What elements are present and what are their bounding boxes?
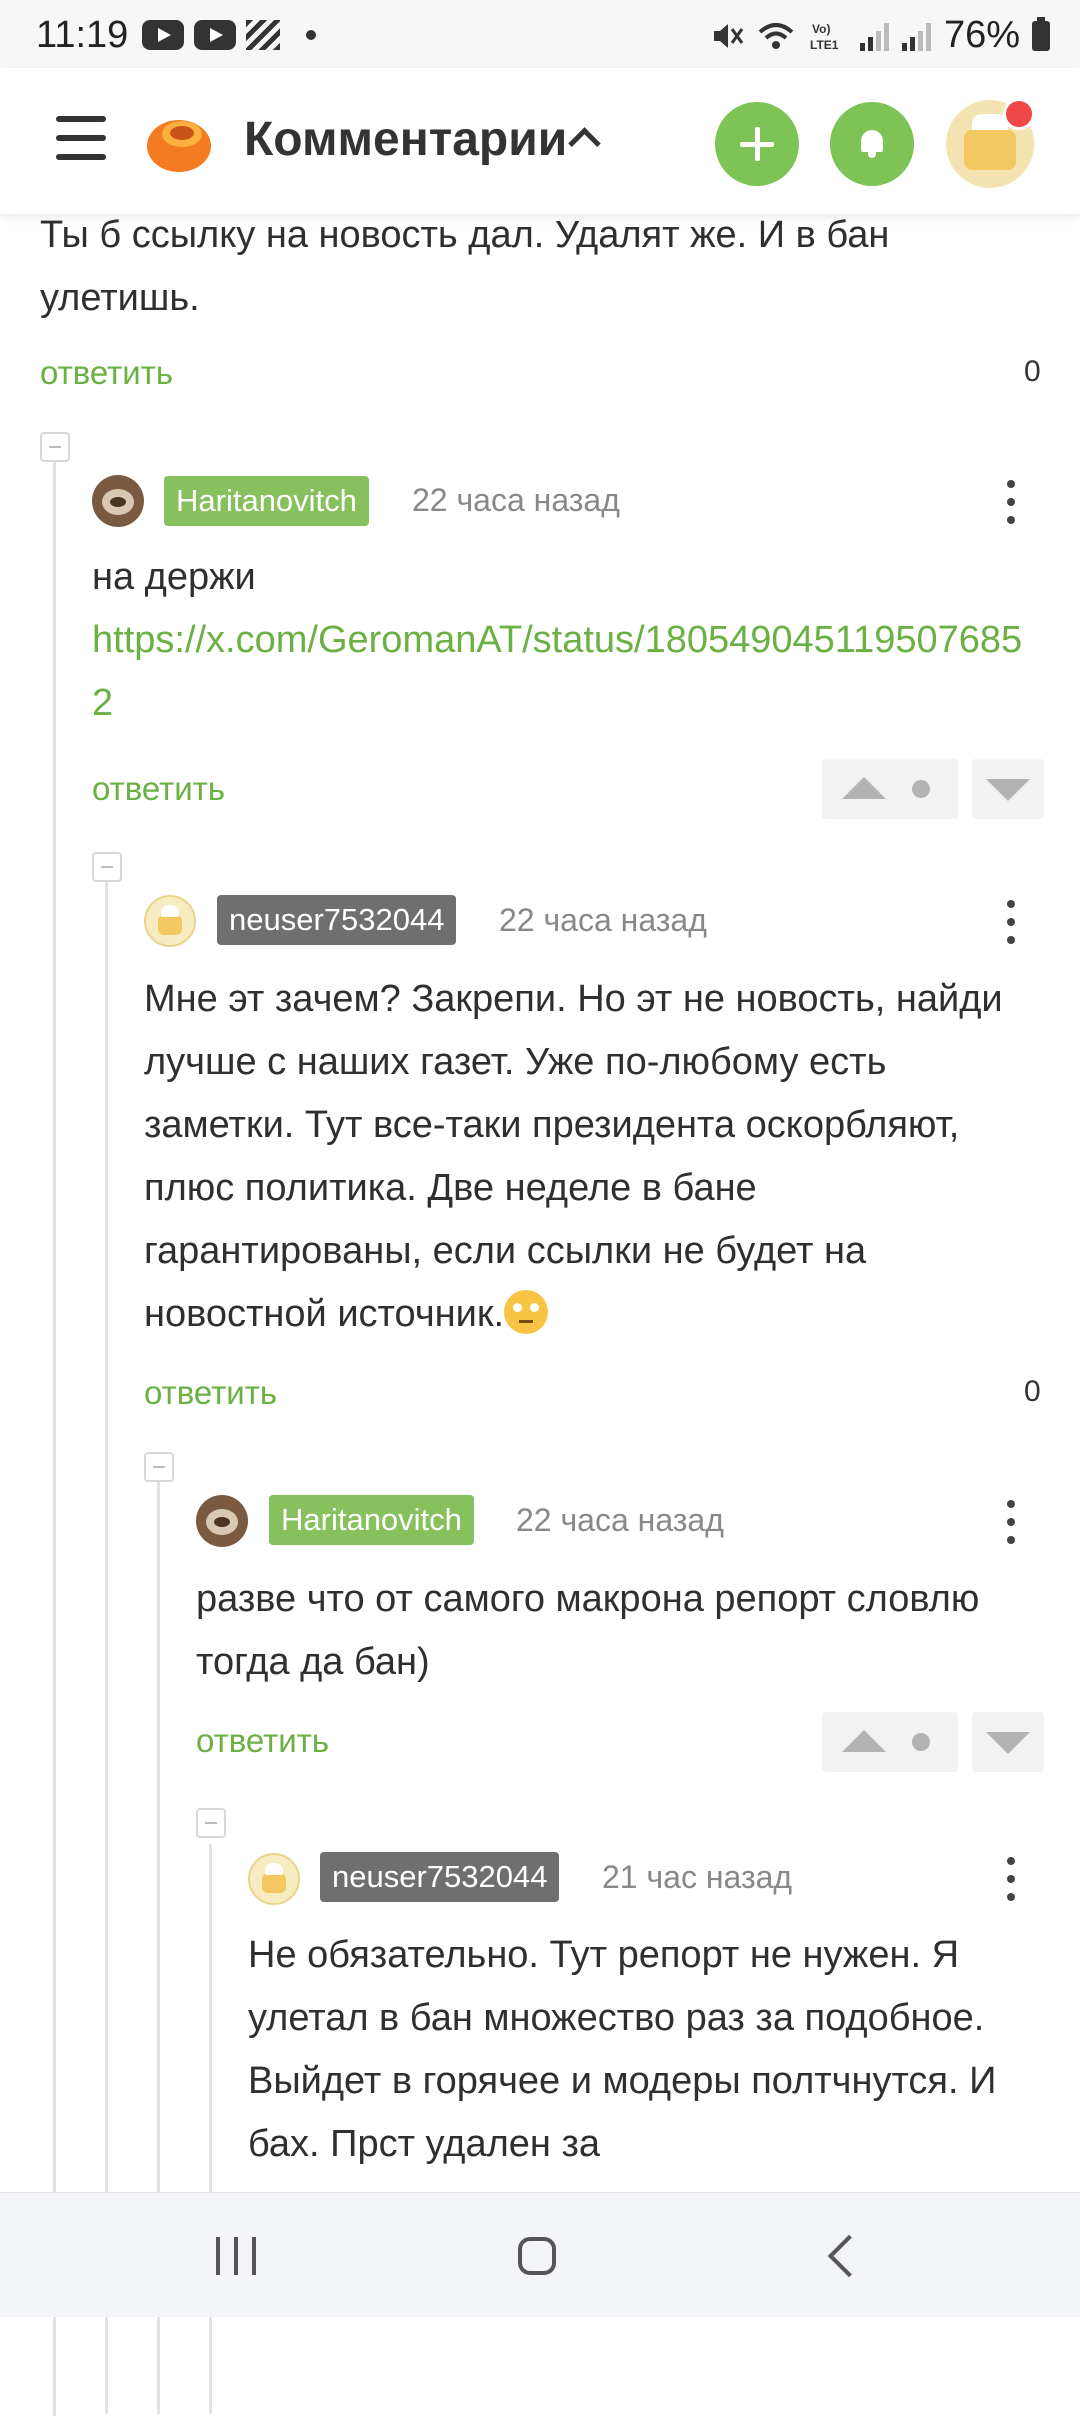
add-post-button[interactable] (715, 102, 799, 186)
status-time: 11:19 (36, 14, 129, 56)
volte-icon: Vo) LTE1 (810, 22, 839, 52)
score-dot (912, 1733, 930, 1751)
signal-icon (901, 21, 932, 51)
chevron-up-icon[interactable] (568, 127, 601, 160)
notifications-button[interactable] (830, 102, 914, 186)
battery-icon (1032, 16, 1050, 51)
status-bar: 11:19 Vo) LTE1 76% (0, 0, 1080, 68)
wifi-icon (758, 22, 794, 49)
svg-text:Vo): Vo) (812, 22, 830, 36)
comment-score: 0 (1024, 355, 1041, 388)
bell-icon (859, 130, 885, 158)
collapse-thread-button[interactable] (40, 432, 70, 462)
comment-text: Мне эт зачем? Закрепи. Но эт не новость,… (144, 978, 1003, 1335)
youtube-icon (142, 20, 184, 50)
comment-time[interactable]: 22 часа назад (499, 902, 707, 939)
recent-apps-icon[interactable] (216, 2237, 256, 2275)
comment-text: Ты б ссылку на новость дал. Удалят же. И… (40, 214, 890, 319)
more-options-icon[interactable] (1006, 900, 1016, 944)
avatar[interactable] (196, 1495, 248, 1547)
status-system-icons: Vo) LTE1 76% (710, 14, 1050, 57)
reply-link[interactable]: ответить (144, 1374, 277, 1412)
signal-icon (859, 21, 890, 51)
app-logo[interactable] (144, 106, 214, 176)
hamburger-menu-icon[interactable] (56, 116, 106, 160)
downvote-arrow-icon (986, 779, 1030, 801)
comment-body: Мне эт зачем? Закрепи. Но эт не новость,… (144, 968, 1044, 1346)
author-name[interactable]: Haritanovitch (269, 1495, 474, 1545)
comment-time[interactable]: 22 часа назад (516, 1502, 724, 1539)
more-options-icon[interactable] (1006, 1857, 1016, 1901)
reply-link[interactable]: ответить (40, 354, 173, 392)
thread-line (209, 1844, 212, 2414)
upvote-arrow-icon[interactable] (842, 1730, 886, 1752)
youtube-icon (194, 20, 236, 50)
app-notification-icon (246, 20, 280, 50)
comment-text: на держи (92, 556, 256, 598)
downvote-button[interactable] (972, 759, 1044, 819)
vote-widget (822, 1712, 958, 1772)
score-dot (912, 780, 930, 798)
collapse-thread-button[interactable] (144, 1452, 174, 1482)
thread-line (105, 874, 108, 2414)
comment-score: 0 (1024, 1375, 1041, 1408)
comment-time[interactable]: 21 час назад (602, 1859, 792, 1896)
back-icon[interactable] (827, 2234, 871, 2278)
collapse-thread-button[interactable] (196, 1808, 226, 1838)
upvote-arrow-icon[interactable] (842, 777, 886, 799)
system-navigation-bar (0, 2192, 1080, 2317)
author-name[interactable]: neuser7532044 (320, 1852, 560, 1902)
avatar[interactable] (92, 475, 144, 527)
collapse-thread-button[interactable] (92, 852, 122, 882)
downvote-arrow-icon (986, 1732, 1030, 1754)
app-header: Комментарии (0, 68, 1080, 214)
status-notification-icons (142, 20, 316, 50)
notification-badge (1003, 98, 1035, 130)
home-icon[interactable] (518, 2237, 556, 2275)
comment-body: на держи https://x.com/GeromanAT/status/… (92, 546, 1042, 735)
author-name[interactable]: Haritanovitch (164, 476, 369, 526)
svg-text:LTE1: LTE1 (810, 38, 839, 52)
plus-icon (740, 127, 774, 161)
more-notifications-icon (306, 30, 316, 40)
reply-link[interactable]: ответить (196, 1722, 329, 1760)
thread-line (53, 454, 56, 2416)
vote-widget (822, 759, 958, 819)
avatar[interactable] (248, 1853, 300, 1905)
comment-link[interactable]: https://x.com/GeromanAT/status/180549045… (92, 609, 1042, 735)
mute-icon (713, 23, 744, 48)
comment-time[interactable]: 22 часа назад (412, 482, 620, 519)
author-name[interactable]: neuser7532044 (217, 895, 457, 945)
more-options-icon[interactable] (1006, 480, 1016, 524)
downvote-button[interactable] (972, 1712, 1044, 1772)
battery-percent: 76% (943, 14, 1020, 56)
comment-text: разве что от самого макрона репорт словл… (196, 1578, 980, 1683)
rolling-eyes-emoji-icon (504, 1290, 549, 1334)
page-title[interactable]: Комментарии (244, 112, 567, 167)
more-options-icon[interactable] (1006, 1500, 1016, 1544)
reply-link[interactable]: ответить (92, 770, 225, 808)
avatar[interactable] (144, 895, 196, 947)
comment-text: Не обязательно. Тут репорт не нужен. Я у… (248, 1934, 997, 2165)
